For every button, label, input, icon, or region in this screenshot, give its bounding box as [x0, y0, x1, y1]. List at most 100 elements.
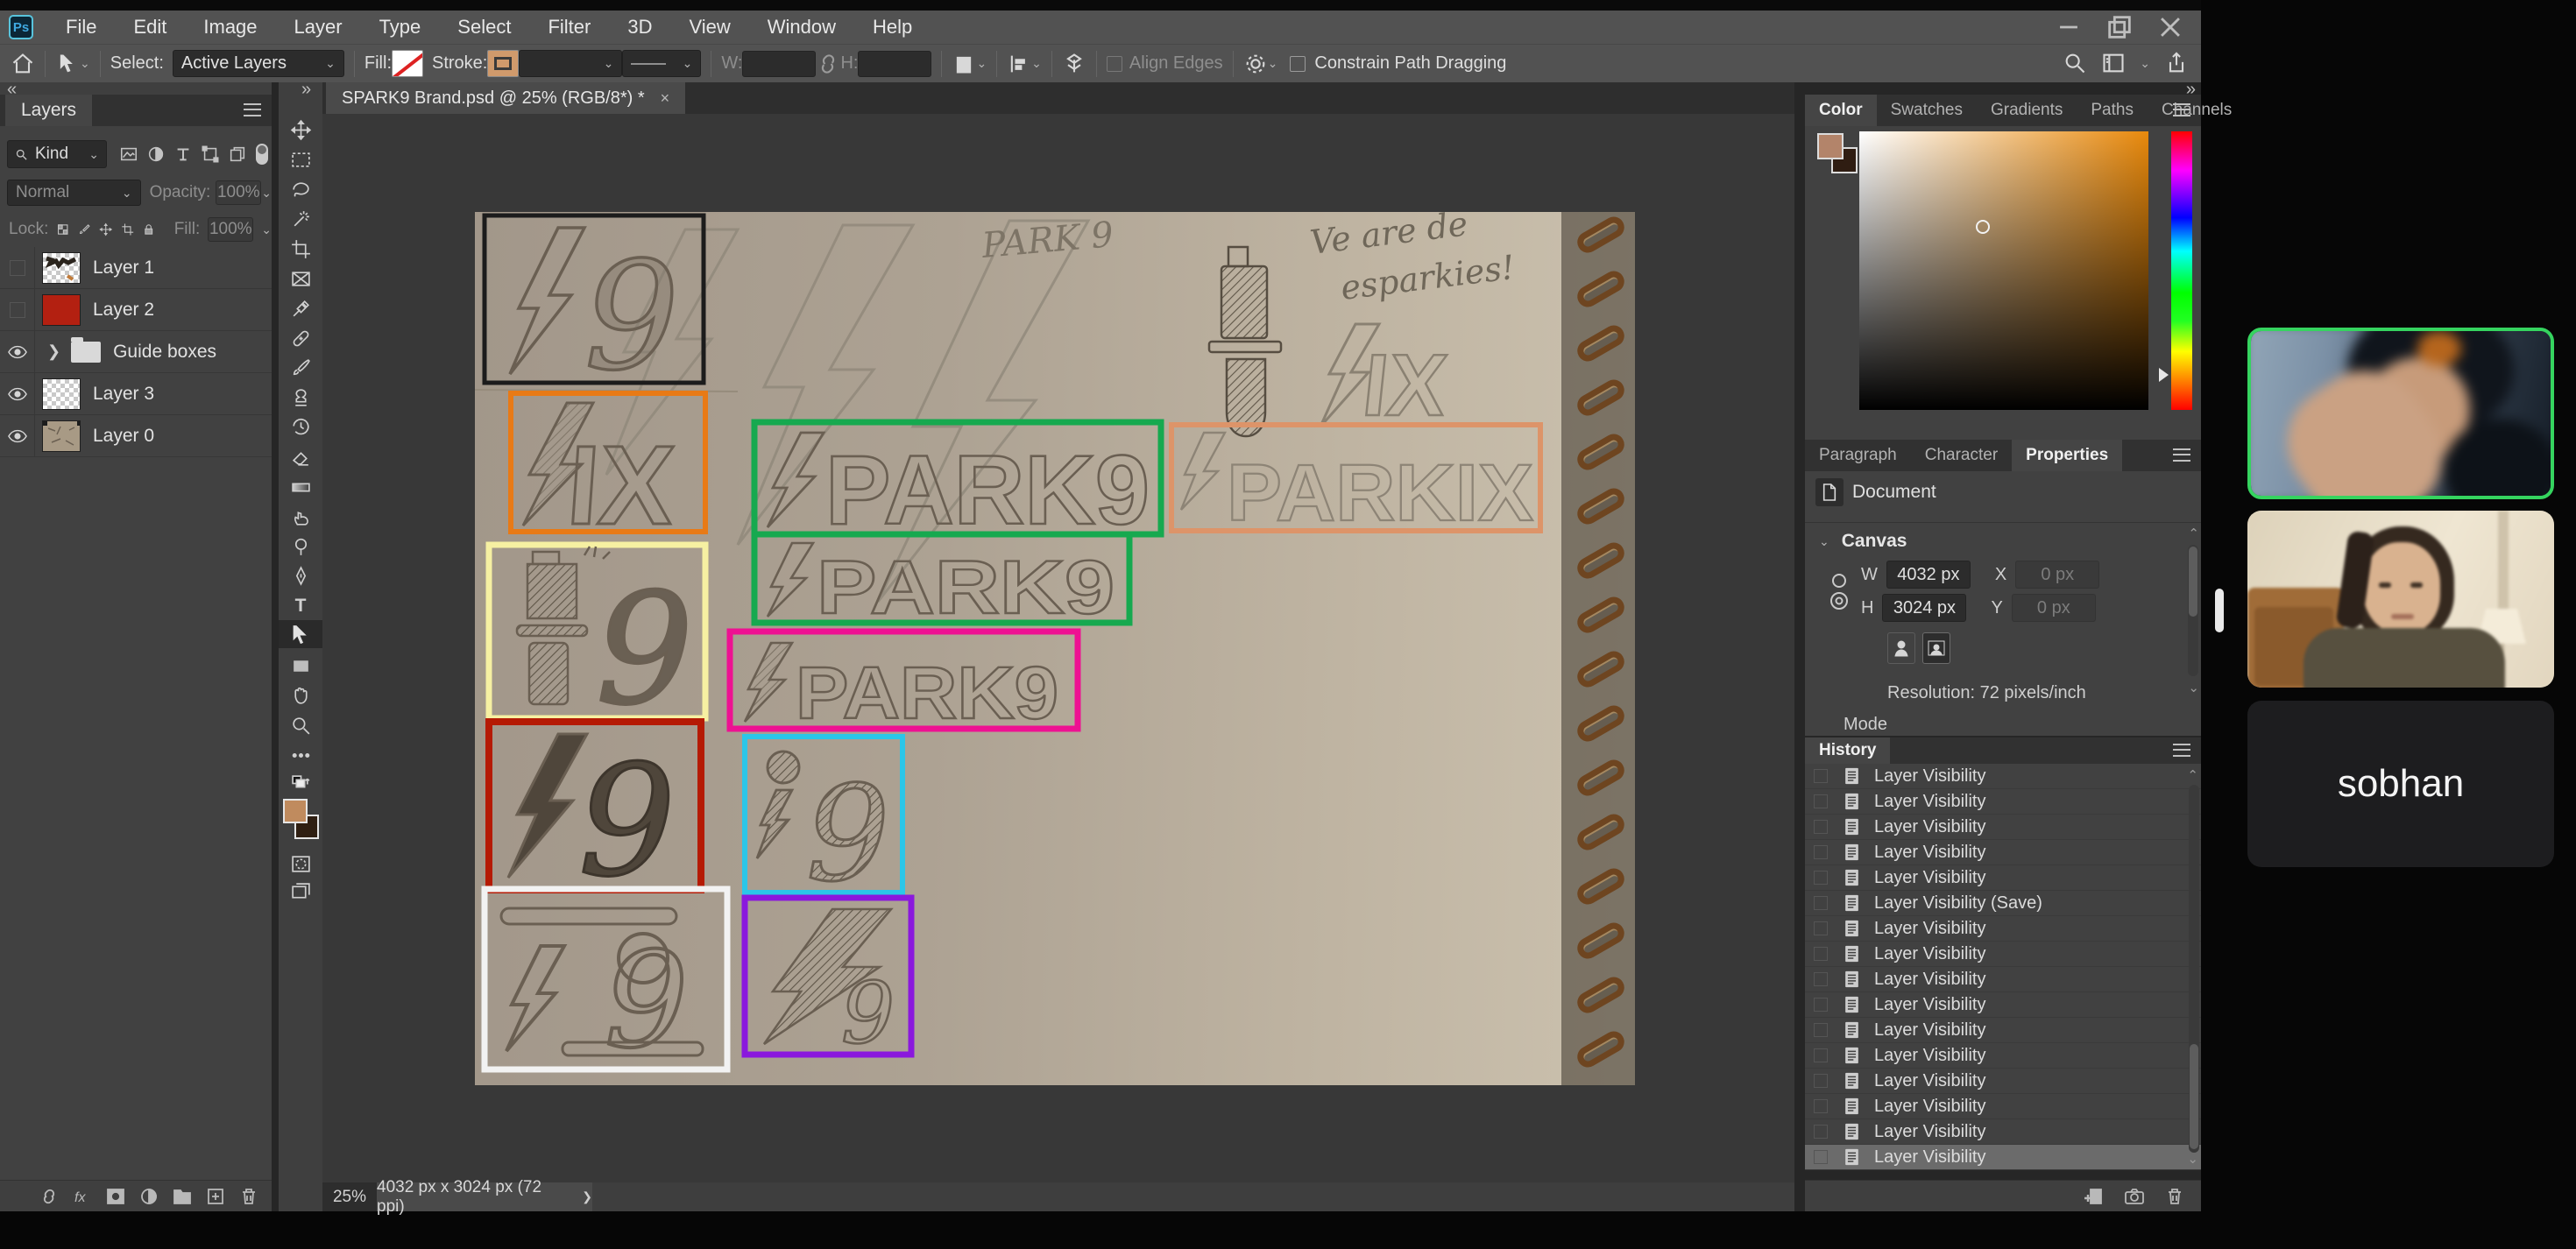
more-tools-icon[interactable] — [286, 741, 315, 769]
eraser-tool-icon[interactable] — [286, 443, 315, 471]
participants-scrollbar[interactable] — [2215, 589, 2224, 632]
saturation-brightness-field[interactable] — [1859, 131, 2148, 410]
visibility-toggle[interactable] — [0, 247, 35, 288]
workspace-switcher-icon[interactable] — [2101, 51, 2126, 75]
zoom-level-field[interactable]: 25% — [322, 1182, 377, 1211]
screen-mode-icon[interactable] — [286, 878, 315, 906]
gear-icon[interactable] — [1243, 52, 1268, 76]
new-document-from-state-icon[interactable] — [2084, 1186, 2105, 1207]
portrait-orientation-button[interactable] — [1887, 632, 1915, 664]
foreground-color-swatch[interactable] — [1817, 133, 1844, 159]
canvas-height-field[interactable]: 3024 px — [1882, 594, 1966, 622]
video-tile-participant[interactable] — [2247, 511, 2554, 688]
group-expand-chevron[interactable]: ❯ — [47, 342, 60, 361]
pen-tool-icon[interactable] — [286, 562, 315, 590]
visibility-toggle[interactable] — [0, 331, 35, 372]
layer-row-2[interactable]: Layer 2 — [0, 289, 272, 331]
filter-smart-objects-icon[interactable] — [228, 145, 247, 164]
layer-thumbnail[interactable] — [42, 378, 81, 410]
new-layer-icon[interactable] — [205, 1186, 226, 1207]
layer-effects-icon[interactable]: fx — [72, 1186, 93, 1207]
properties-scrollbar[interactable] — [2188, 545, 2198, 676]
landscape-orientation-button[interactable] — [1922, 632, 1950, 664]
layer-name[interactable]: Guide boxes — [113, 342, 216, 363]
tab-paths[interactable]: Paths — [2077, 95, 2148, 126]
layer-name[interactable]: Layer 2 — [93, 300, 154, 321]
history-step[interactable]: Layer Visibility — [1805, 1069, 2201, 1094]
constrain-path-checkbox[interactable] — [1290, 56, 1306, 72]
stroke-swatch[interactable] — [487, 50, 519, 77]
scroll-down-icon[interactable]: ⌄ — [2188, 680, 2199, 695]
crop-tool-icon[interactable] — [286, 235, 315, 263]
tab-history[interactable]: History — [1805, 737, 1890, 764]
path-arrangement-icon[interactable] — [1062, 52, 1086, 76]
home-icon[interactable] — [11, 52, 35, 76]
history-scrollbar[interactable] — [2189, 785, 2199, 1153]
status-expand-icon[interactable]: ❯ — [582, 1189, 592, 1204]
menu-3d[interactable]: 3D — [609, 16, 670, 39]
history-step[interactable]: Layer Visibility — [1805, 840, 2201, 865]
tool-preset-icon[interactable] — [55, 52, 80, 76]
zoom-tool-icon[interactable] — [286, 711, 315, 739]
filter-shape-layers-icon[interactable] — [201, 145, 220, 164]
filter-toggle-switch[interactable] — [256, 144, 268, 165]
new-group-icon[interactable] — [172, 1186, 193, 1207]
canvas-width-field[interactable]: 4032 px — [1886, 561, 1971, 589]
minimize-button[interactable] — [2054, 16, 2084, 39]
history-scroll-down-icon[interactable]: ⌄ — [2187, 1151, 2198, 1167]
filter-type-layers-icon[interactable] — [173, 145, 193, 164]
document-info[interactable]: 4032 px x 3024 px (72 ppi) ❯ — [377, 1182, 592, 1211]
hue-slider-pointer[interactable] — [2159, 368, 2169, 382]
layer-row-0[interactable]: Layer 0 — [0, 415, 272, 457]
select-mode-dropdown[interactable]: Active Layers ⌄ — [173, 50, 344, 77]
menu-view[interactable]: View — [670, 16, 748, 39]
canvas-image[interactable]: PARK 9 Ve are de esparkies! — [475, 212, 1635, 1085]
tab-gradients[interactable]: Gradients — [1977, 95, 2077, 126]
tab-character[interactable]: Character — [1911, 440, 2012, 471]
history-step[interactable]: Layer Visibility — [1805, 764, 2201, 789]
shape-tool-icon[interactable] — [286, 652, 315, 680]
hand-tool-icon[interactable] — [286, 681, 315, 709]
tab-paragraph[interactable]: Paragraph — [1805, 440, 1911, 471]
history-step[interactable]: Layer Visibility — [1805, 992, 2201, 1018]
delete-state-icon[interactable] — [2164, 1186, 2185, 1207]
menu-edit[interactable]: Edit — [115, 16, 185, 39]
mode-row[interactable]: Mode — [1844, 715, 1887, 735]
swap-colors-icon[interactable] — [286, 773, 315, 795]
close-button[interactable] — [2155, 16, 2185, 39]
layer-row-1[interactable]: Layer 1 — [0, 247, 272, 289]
tab-properties[interactable]: Properties — [2012, 440, 2122, 471]
history-step[interactable]: Layer Visibility (Save) — [1805, 891, 2201, 916]
restore-button[interactable] — [2105, 16, 2134, 39]
layers-panel-menu-icon[interactable] — [244, 103, 261, 116]
history-step[interactable]: Layer Visibility — [1805, 967, 2201, 992]
link-layers-icon[interactable] — [39, 1186, 60, 1207]
move-tool-icon[interactable] — [286, 116, 315, 144]
menu-file[interactable]: File — [47, 16, 115, 39]
menu-window[interactable]: Window — [749, 16, 854, 39]
menu-image[interactable]: Image — [185, 16, 275, 39]
healing-brush-tool-icon[interactable] — [286, 324, 315, 352]
menu-filter[interactable]: Filter — [529, 16, 609, 39]
video-tile-camera-off[interactable]: sobhan — [2247, 701, 2554, 867]
history-step-selected[interactable]: Layer Visibility — [1805, 1145, 2201, 1170]
layer-row-group[interactable]: ❯ Guide boxes — [0, 331, 272, 373]
layer-mask-icon[interactable] — [105, 1186, 126, 1207]
path-alignment-icon[interactable] — [1007, 52, 1031, 76]
dodge-tool-icon[interactable] — [286, 533, 315, 561]
new-snapshot-icon[interactable] — [2124, 1186, 2145, 1207]
kind-filter-dropdown[interactable]: Kind ⌄ — [7, 140, 107, 168]
link-wh-icon[interactable] — [1829, 569, 1849, 615]
menu-layer[interactable]: Layer — [276, 16, 361, 39]
workspace-chevron-icon[interactable]: ⌄ — [2140, 56, 2150, 71]
lock-all-icon[interactable] — [142, 220, 155, 239]
search-icon[interactable] — [2063, 51, 2087, 75]
color-field-cursor[interactable] — [1976, 220, 1990, 234]
menu-select[interactable]: Select — [439, 16, 529, 39]
history-step[interactable]: Layer Visibility — [1805, 789, 2201, 815]
document-tab[interactable]: SPARK9 Brand.psd @ 25% (RGB/8*) * × — [326, 82, 685, 114]
history-step[interactable]: Layer Visibility — [1805, 1119, 2201, 1145]
fill-swatch[interactable] — [392, 50, 423, 77]
visibility-toggle[interactable] — [0, 289, 35, 330]
filter-adjustment-layers-icon[interactable] — [146, 145, 166, 164]
